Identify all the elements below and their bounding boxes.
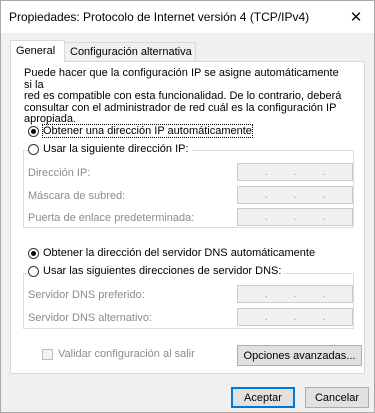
octet-separator: .: [264, 211, 268, 223]
obtain-dns-automatically-label: Obtener la dirección del servidor DNS au…: [43, 247, 316, 259]
octet-separator: .: [293, 288, 297, 300]
octet-separator: .: [264, 288, 268, 300]
validate-on-exit-label: Validar configuración al salir: [58, 348, 195, 360]
description-line: apropiada.: [24, 113, 76, 125]
octet-separator: .: [264, 311, 268, 323]
radio-selected-icon: [28, 125, 39, 137]
obtain-ip-automatically-radio[interactable]: Obtener una dirección IP automáticamente: [28, 124, 253, 138]
octet-separator: .: [264, 189, 268, 201]
default-gateway-label: Puerta de enlace predeterminada:: [28, 212, 195, 224]
alternate-dns-field[interactable]: ...: [237, 308, 353, 326]
octet-separator: .: [293, 311, 297, 323]
octet-separator: .: [293, 211, 297, 223]
obtain-ip-automatically-label: Obtener una dirección IP automáticamente: [42, 124, 253, 138]
octet-separator: .: [293, 166, 297, 178]
cancel-button[interactable]: Cancelar: [305, 387, 369, 408]
use-static-dns-radio[interactable]: Usar las siguientes direcciones de servi…: [28, 265, 285, 277]
description-line: red es compatible con esta funcionalidad…: [24, 90, 342, 102]
radio-unselected-icon: [28, 265, 39, 277]
general-tab-panel: Puede hacer que la configuración IP se a…: [10, 61, 365, 374]
default-gateway-field[interactable]: ...: [237, 208, 353, 226]
octet-separator: .: [322, 189, 326, 201]
octet-separator: .: [322, 211, 326, 223]
advanced-options-button[interactable]: Opciones avanzadas...: [237, 345, 362, 366]
tcp-ipv4-properties-dialog: Propiedades: Protocolo de Internet versi…: [0, 0, 375, 413]
description-line: Puede hacer que la configuración IP se a…: [24, 67, 339, 91]
ip-address-label: Dirección IP:: [28, 167, 91, 179]
use-static-dns-label: Usar las siguientes direcciones de servi…: [43, 265, 282, 277]
description-text: Puede hacer que la configuración IP se a…: [24, 67, 344, 126]
radio-unselected-icon: [28, 143, 39, 155]
subnet-mask-field[interactable]: ...: [237, 186, 353, 204]
preferred-dns-label: Servidor DNS preferido:: [28, 289, 145, 301]
radio-selected-icon: [28, 247, 39, 259]
use-static-ip-label: Usar la siguiente dirección IP:: [43, 143, 189, 155]
alternate-dns-label: Servidor DNS alternativo:: [28, 312, 153, 324]
use-static-ip-radio[interactable]: Usar la siguiente dirección IP:: [28, 143, 192, 155]
window-title: Propiedades: Protocolo de Internet versi…: [9, 10, 310, 24]
octet-separator: .: [322, 166, 326, 178]
checkbox-icon: [42, 348, 53, 360]
octet-separator: .: [293, 189, 297, 201]
tab-general[interactable]: General: [10, 40, 65, 62]
subnet-mask-label: Máscara de subred:: [28, 190, 126, 202]
obtain-dns-automatically-radio[interactable]: Obtener la dirección del servidor DNS au…: [28, 247, 315, 259]
ip-address-field[interactable]: ...: [237, 163, 353, 181]
close-icon[interactable]: ✕: [338, 1, 374, 33]
octet-separator: .: [322, 288, 326, 300]
ok-button[interactable]: Aceptar: [231, 387, 295, 408]
tab-alternate-configuration[interactable]: Configuración alternativa: [64, 42, 196, 61]
title-bar: Propiedades: Protocolo de Internet versi…: [1, 1, 374, 33]
validate-on-exit-checkbox[interactable]: Validar configuración al salir: [42, 348, 195, 360]
octet-separator: .: [264, 166, 268, 178]
preferred-dns-field[interactable]: ...: [237, 285, 353, 303]
octet-separator: .: [322, 311, 326, 323]
